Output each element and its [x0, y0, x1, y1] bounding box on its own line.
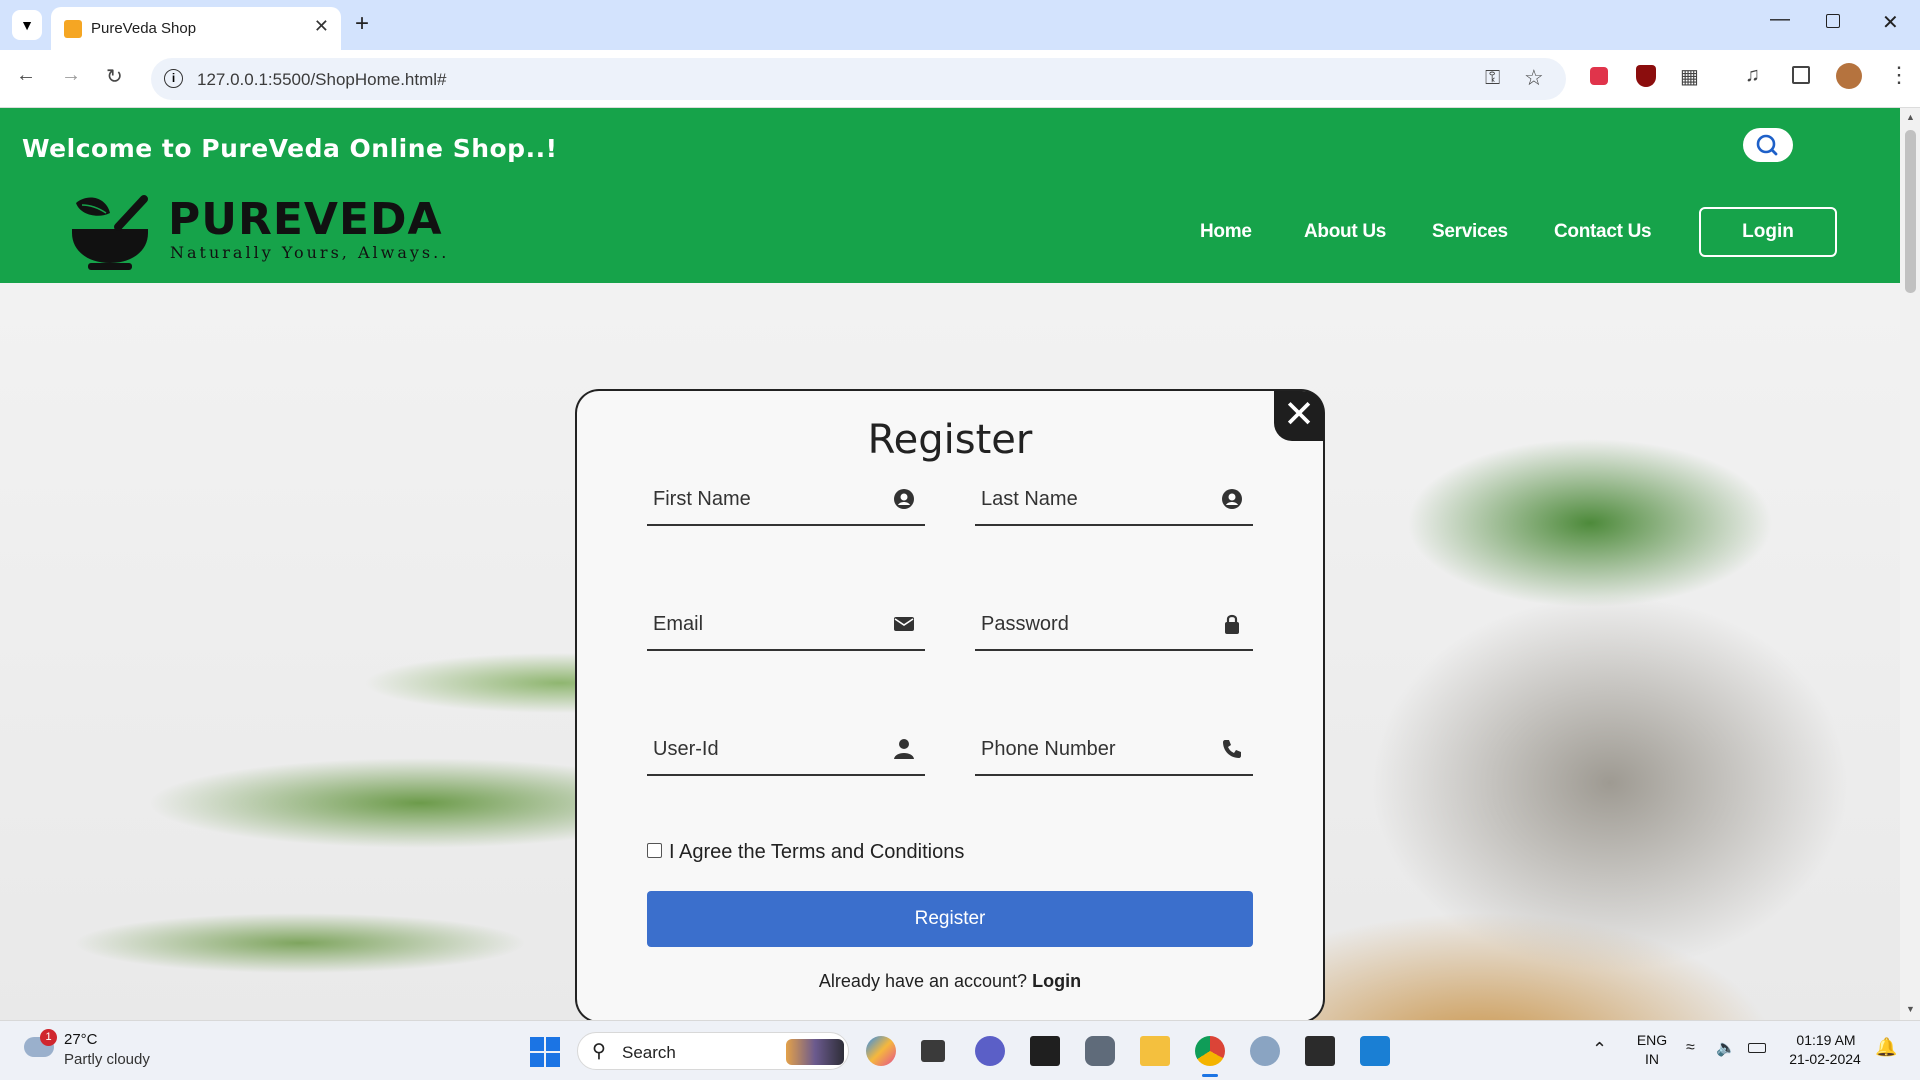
vscode-app-icon[interactable]	[1360, 1036, 1390, 1066]
weather-temperature: 27°C	[64, 1031, 98, 1048]
user-id-placeholder: User-Id	[653, 738, 719, 760]
battery-icon[interactable]	[1748, 1043, 1766, 1053]
nav-contact-us[interactable]: Contact Us	[1554, 221, 1652, 243]
taskbar-search[interactable]: ⚲ Search	[577, 1032, 849, 1070]
email-field[interactable]: Email	[647, 593, 925, 651]
taskbar-search-icon: ⚲	[592, 1041, 606, 1062]
close-tab-icon[interactable]: ✕	[314, 16, 329, 37]
mortar-pestle-logo-icon	[72, 195, 148, 270]
tab-list-dropdown-icon[interactable]: ▼	[12, 10, 42, 40]
side-panel-icon[interactable]	[1792, 66, 1810, 84]
site-info-icon[interactable]: i	[164, 69, 183, 88]
windows-taskbar: 1 27°C Partly cloudy ⚲ Search ⌃ ENG IN ≈…	[0, 1020, 1920, 1080]
reload-icon[interactable]: ↻	[106, 64, 123, 89]
first-name-field[interactable]: First Name	[647, 468, 925, 526]
nav-services[interactable]: Services	[1432, 221, 1508, 243]
back-icon[interactable]: ←	[16, 64, 36, 87]
wifi-icon[interactable]: ≈	[1686, 1039, 1695, 1057]
teams-chat-icon[interactable]	[975, 1036, 1005, 1066]
welcome-text: Welcome to PureVeda Online Shop..!	[22, 134, 558, 163]
register-modal: ✕ Register First Name Last Name Email Pa…	[577, 391, 1324, 1020]
forward-icon[interactable]: →	[61, 64, 81, 87]
windows-start-icon[interactable]	[530, 1037, 560, 1067]
search-button[interactable]	[1743, 128, 1793, 162]
search-icon	[1756, 134, 1778, 156]
region-indicator[interactable]: IN	[1632, 1051, 1672, 1067]
clock-time[interactable]: 01:19 AM	[1786, 1032, 1866, 1048]
modal-title: Register	[867, 417, 1033, 463]
bookmark-star-icon[interactable]: ☆	[1524, 65, 1544, 91]
user-circle-icon	[1222, 489, 1242, 509]
phone-number-field[interactable]: Phone Number	[975, 718, 1253, 776]
page-scrollbar[interactable]: ▲ ▼	[1900, 108, 1920, 1020]
header-login-button[interactable]: Login	[1699, 207, 1837, 257]
login-link[interactable]: Login	[1032, 971, 1081, 991]
terms-checkbox[interactable]	[647, 843, 662, 858]
extension-ublock-icon[interactable]	[1636, 65, 1656, 87]
show-hidden-icons-icon[interactable]: ⌃	[1592, 1039, 1607, 1060]
brand-name: PUREVEDA	[168, 194, 443, 245]
weather-description: Partly cloudy	[64, 1051, 150, 1068]
chrome-active-indicator	[1202, 1074, 1218, 1077]
scroll-up-icon[interactable]: ▲	[1906, 112, 1915, 122]
envelope-icon	[894, 617, 914, 631]
bot-app-icon[interactable]	[1250, 1036, 1280, 1066]
restore-window-icon[interactable]	[1826, 14, 1840, 28]
user-circle-icon	[894, 489, 914, 509]
phone-number-placeholder: Phone Number	[981, 738, 1116, 760]
password-field[interactable]: Password	[975, 593, 1253, 651]
camera-app-icon[interactable]	[1085, 1036, 1115, 1066]
web-page: Welcome to PureVeda Online Shop..! PUREV…	[0, 108, 1900, 1020]
url-text: 127.0.0.1:5500/ShopHome.html#	[197, 70, 447, 89]
last-name-field[interactable]: Last Name	[975, 468, 1253, 526]
email-placeholder: Email	[653, 613, 704, 635]
search-highlight-image	[786, 1039, 844, 1065]
password-key-icon[interactable]: ⚿	[1485, 67, 1500, 90]
terms-label[interactable]: I Agree the Terms and Conditions	[669, 841, 964, 864]
browser-tab[interactable]: PureVeda Shop ✕	[51, 7, 341, 50]
browser-menu-icon[interactable]: ⋮	[1888, 62, 1910, 88]
address-bar[interactable]: i 127.0.0.1:5500/ShopHome.html# ⚿ ☆	[151, 58, 1566, 100]
volume-icon[interactable]: 🔈	[1716, 1038, 1736, 1058]
terminal-app-icon[interactable]	[1030, 1036, 1060, 1066]
scroll-down-icon[interactable]: ▼	[1906, 1004, 1915, 1014]
notifications-bell-icon[interactable]: 🔔	[1875, 1037, 1897, 1058]
copilot-app-icon[interactable]	[866, 1036, 896, 1066]
weather-badge: 1	[40, 1029, 57, 1046]
new-tab-icon[interactable]: +	[355, 10, 369, 38]
task-view-icon[interactable]	[921, 1040, 945, 1062]
extension-pocket-icon[interactable]	[1590, 67, 1608, 85]
taskbar-search-label: Search	[622, 1043, 676, 1062]
favicon-icon	[64, 20, 82, 38]
register-button[interactable]: Register	[647, 891, 1253, 947]
clock-date[interactable]: 21-02-2024	[1782, 1051, 1868, 1067]
lock-icon	[1225, 614, 1239, 634]
close-window-icon[interactable]: ✕	[1882, 10, 1899, 35]
user-icon	[894, 739, 914, 759]
profile-avatar[interactable]	[1836, 63, 1862, 89]
last-name-placeholder: Last Name	[981, 488, 1078, 510]
login-prompt: Already have an account? Login	[577, 971, 1323, 992]
first-name-placeholder: First Name	[653, 488, 751, 510]
chrome-app-icon[interactable]	[1195, 1036, 1225, 1066]
browser-toolbar: ← → ↻ i 127.0.0.1:5500/ShopHome.html# ⚿ …	[0, 50, 1920, 108]
tab-title: PureVeda Shop	[91, 20, 197, 37]
media-control-icon[interactable]: ♫	[1745, 64, 1760, 87]
browser-tab-bar: ▼ PureVeda Shop ✕ + — ✕	[0, 0, 1920, 50]
extensions-puzzle-icon[interactable]: ▦	[1680, 64, 1699, 89]
language-indicator[interactable]: ENG	[1632, 1032, 1672, 1048]
phone-icon	[1223, 740, 1241, 758]
nav-home[interactable]: Home	[1200, 221, 1252, 243]
brand-tagline: Naturally Yours, Always..	[170, 243, 450, 262]
nav-about-us[interactable]: About Us	[1304, 221, 1386, 243]
scrollbar-thumb[interactable]	[1905, 130, 1916, 293]
password-placeholder: Password	[981, 613, 1069, 635]
user-id-field[interactable]: User-Id	[647, 718, 925, 776]
login-prompt-text: Already have an account?	[818, 971, 1028, 991]
site-header: Welcome to PureVeda Online Shop..! PUREV…	[0, 108, 1900, 283]
file-explorer-icon[interactable]	[1140, 1036, 1170, 1066]
cmd-app-icon[interactable]	[1305, 1036, 1335, 1066]
minimize-window-icon[interactable]: —	[1770, 8, 1790, 31]
